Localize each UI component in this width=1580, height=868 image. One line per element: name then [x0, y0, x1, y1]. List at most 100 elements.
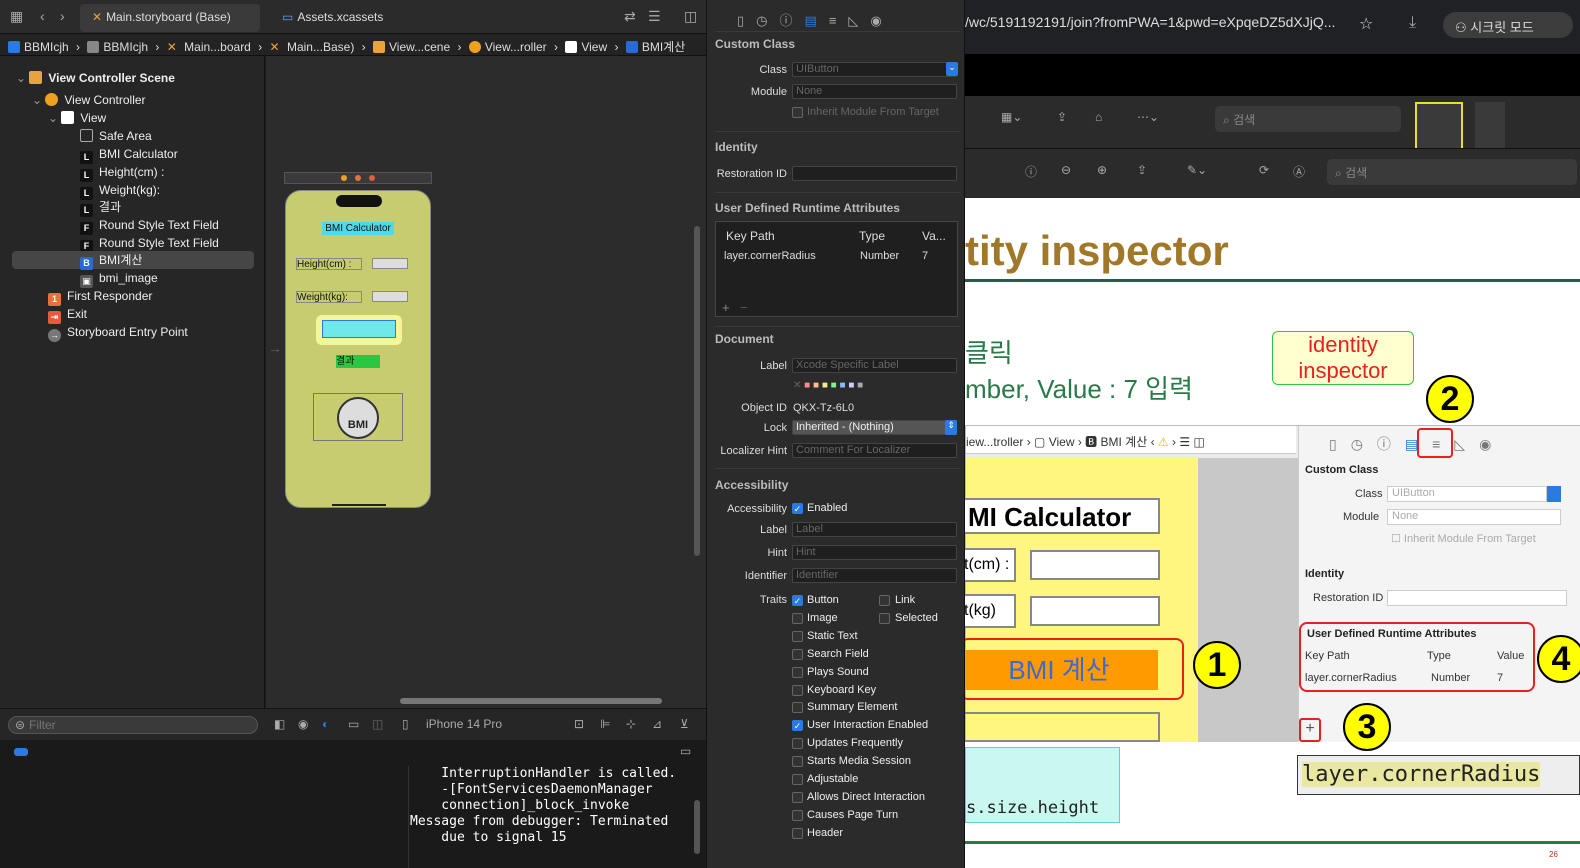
canvas-scrollbar-v[interactable]	[694, 226, 700, 556]
trait-checkbox[interactable]	[792, 827, 803, 839]
split-icon[interactable]: ◫	[684, 8, 697, 25]
weight-field[interactable]	[372, 291, 408, 302]
markup-icon[interactable]: ✎⌄	[1187, 163, 1207, 177]
breadcrumb-item[interactable]: View...cene ›	[373, 40, 462, 54]
info-icon[interactable]: ⓘ	[1025, 163, 1037, 180]
swap-icon[interactable]: ⇄	[624, 8, 636, 25]
rotate-icon[interactable]: ⟳	[1259, 163, 1269, 177]
class-field[interactable]: UIButton	[792, 62, 957, 77]
trait-checkbox[interactable]	[792, 684, 803, 696]
search-field-2[interactable]: ⌕ 검색	[1327, 159, 1577, 185]
device-label[interactable]: iPhone 14 Pro	[426, 717, 502, 731]
align-icon[interactable]: ⊫	[600, 717, 610, 731]
hint-field[interactable]: Hint	[792, 545, 957, 560]
variables-toggle-icon[interactable]	[14, 748, 28, 756]
outline-row[interactable]: L BMI Calculator	[80, 145, 178, 164]
inspector-tabs[interactable]: ▯◷ⓘ▤≡◺◉	[737, 10, 894, 29]
trait-checkbox[interactable]	[792, 612, 803, 624]
annotate-icon[interactable]: Ⓐ	[1293, 163, 1305, 180]
result-label[interactable]: 결과	[336, 355, 380, 368]
orientation-icon[interactable]: ▭	[348, 717, 359, 731]
outline-row[interactable]: 1 First Responder	[48, 287, 152, 306]
localizer-field[interactable]: Comment For Localizer	[792, 443, 957, 458]
pin-icon[interactable]: ⊹	[626, 717, 636, 731]
device-icon[interactable]: ▯	[402, 717, 409, 731]
list-icon[interactable]: ☰	[648, 8, 661, 25]
tag-icon[interactable]: ⌂	[1095, 110, 1102, 124]
class-dropdown-icon[interactable]: ⌄	[946, 62, 958, 76]
inherit-checkbox[interactable]	[792, 107, 803, 118]
height-field[interactable]	[372, 258, 408, 269]
share-icon[interactable]: ⇪	[1137, 163, 1147, 177]
tab-assets[interactable]: ▭ Assets.xcassets	[270, 4, 420, 32]
bmi-image[interactable]: BMI	[313, 393, 403, 441]
trait-link-checkbox[interactable]	[879, 595, 890, 606]
forward-icon[interactable]: ›	[60, 8, 65, 24]
height-label[interactable]: Height(cm) :	[296, 258, 362, 270]
remove-attribute-icon[interactable]: −	[740, 300, 748, 315]
accessibility-icon[interactable]: ◉	[298, 717, 308, 731]
outline-row[interactable]: ⌄ View Controller Scene	[16, 69, 175, 87]
trait-checkbox[interactable]	[792, 630, 803, 642]
acc-label-field[interactable]: Label	[792, 522, 957, 537]
identifier-field[interactable]: Identifier	[792, 568, 957, 583]
outline-row[interactable]: L Weight(kg):	[80, 181, 160, 200]
appearance-icon[interactable]: ◐	[322, 717, 329, 731]
breadcrumb-item[interactable]: ✕ Main...Base) ›	[270, 40, 366, 54]
lock-select[interactable]: Inherited - (Nothing)	[792, 420, 957, 435]
trait-checkbox[interactable]	[792, 738, 803, 750]
row-keypath[interactable]: layer.cornerRadius	[724, 250, 816, 262]
trait-checkbox[interactable]	[792, 774, 803, 785]
doc-label-field[interactable]: Xcode Specific Label	[792, 358, 957, 373]
thumbnail-2[interactable]	[1475, 102, 1505, 148]
breadcrumb-item[interactable]: View...roller ›	[468, 40, 558, 54]
incognito-badge[interactable]: ⚇ 시크릿 모드	[1443, 12, 1573, 38]
lock-dropdown-icon[interactable]: ⇕	[945, 420, 957, 435]
outline-row[interactable]: → Storyboard Entry Point	[48, 323, 188, 342]
filter-input[interactable]	[29, 718, 249, 732]
bmi-title-label[interactable]: BMI Calculator	[322, 222, 394, 235]
zoom-out-icon[interactable]: ⊖	[1061, 163, 1071, 177]
outline-row[interactable]: Safe Area	[80, 127, 152, 145]
trait-checkbox[interactable]	[792, 756, 803, 768]
outline-row[interactable]: ⌄ View	[48, 109, 106, 127]
star-icon[interactable]: ☆	[1359, 14, 1373, 34]
tab-main-storyboard[interactable]: ✕ Main.storyboard (Base)	[80, 4, 260, 32]
console-layout-icon[interactable]: ▭	[680, 744, 691, 758]
url-text[interactable]: /wc/5191192191/join?fromPWA=1&pwd=eXpqeD…	[965, 14, 1345, 30]
phone-preview[interactable]: BMI Calculator Height(cm) : Weight(kg): …	[285, 190, 431, 508]
scene-dock[interactable]	[284, 172, 432, 184]
color-tags[interactable]: ✕ ■ ■ ■ ■ ■ ■ ■	[793, 380, 863, 391]
module-field[interactable]: None	[792, 84, 957, 99]
more-icon[interactable]: ⋯⌄	[1137, 110, 1159, 124]
outline-row-selected[interactable]: B BMI계산	[12, 251, 254, 270]
embed-icon[interactable]: ⊻	[680, 717, 689, 731]
trait-checkbox[interactable]	[792, 809, 803, 821]
update-frames-icon[interactable]: ⊡	[574, 717, 584, 731]
outline-row[interactable]: F Round Style Text Field	[80, 234, 219, 253]
bmi-button[interactable]	[322, 320, 396, 338]
grid-icon[interactable]: ▦	[10, 8, 23, 25]
trait-checkbox[interactable]	[792, 666, 803, 678]
trait-checkbox[interactable]	[792, 702, 803, 714]
outline-row[interactable]: L Height(cm) :	[80, 163, 164, 182]
view-grid-icon[interactable]: ▦⌄	[1001, 110, 1022, 124]
breadcrumb-item[interactable]: BBMIcjh ›	[87, 40, 159, 54]
outline-toggle-icon[interactable]: ◧	[274, 717, 285, 731]
resolve-icon[interactable]: ⊿	[652, 717, 662, 731]
canvas-scrollbar-h[interactable]	[400, 698, 662, 704]
restoration-field[interactable]	[792, 166, 957, 181]
add-attribute-icon[interactable]: +	[722, 300, 730, 315]
zoom-in-icon[interactable]: ⊕	[1097, 163, 1107, 177]
breadcrumb-item[interactable]: ✕ Main...board ›	[167, 40, 262, 54]
share-icon[interactable]: ⇪	[1057, 110, 1067, 124]
back-icon[interactable]: ‹	[40, 8, 45, 24]
outline-row[interactable]: ⇥ Exit	[48, 305, 87, 324]
breadcrumb-item[interactable]: BMI계산	[625, 40, 689, 54]
trait-checkbox[interactable]: ✓	[792, 720, 803, 732]
download-icon[interactable]: ⤓	[1409, 14, 1416, 32]
trait-checkbox[interactable]	[792, 648, 803, 660]
udra-table[interactable]: Key Path Type Va... layer.cornerRadius N…	[715, 221, 958, 317]
outline-row[interactable]: F Round Style Text Field	[80, 216, 219, 235]
row-type[interactable]: Number	[860, 250, 899, 262]
